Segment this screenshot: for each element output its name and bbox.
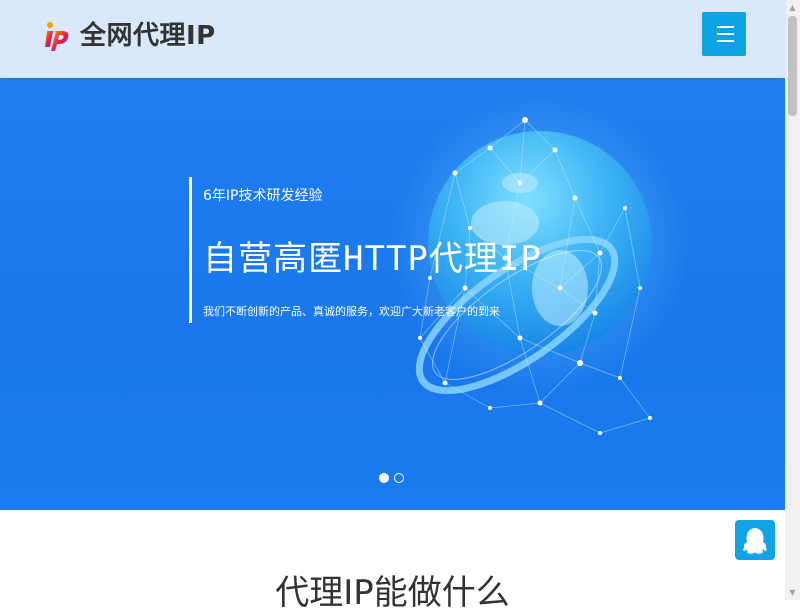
- site-header: 全网代理IP: [0, 0, 785, 78]
- hamburger-line: [717, 33, 734, 35]
- banner-text-block: 6年IP技术研发经验 自营高匿HTTP代理IP 我们不断创新的产品、真诚的服务，…: [189, 177, 541, 323]
- hamburger-menu-icon: [717, 26, 734, 28]
- scrollbar-thumb[interactable]: [788, 16, 797, 116]
- section-title: 代理IP能做什么: [275, 573, 510, 613]
- vertical-scrollbar[interactable]: ▲ ▼: [785, 0, 800, 600]
- qq-contact-button[interactable]: [735, 520, 775, 560]
- carousel-dot-1[interactable]: [379, 473, 389, 483]
- banner-description: 我们不断创新的产品、真诚的服务，欢迎广大新老客户的到来: [203, 305, 500, 318]
- scroll-up-arrow-icon[interactable]: ▲: [785, 0, 800, 15]
- qq-penguin-icon: [743, 528, 767, 554]
- globe-network-illustration: [390, 93, 690, 435]
- site-title[interactable]: 全网代理IP: [80, 15, 216, 52]
- carousel-dot-2[interactable]: [394, 473, 404, 483]
- menu-toggle-button[interactable]: [702, 12, 746, 56]
- banner-title: 自营高匿HTTP代理IP: [203, 239, 542, 279]
- ip-logo-icon[interactable]: [44, 19, 70, 51]
- scroll-down-arrow-icon[interactable]: ▼: [785, 585, 800, 600]
- hamburger-line: [717, 40, 734, 42]
- banner-subtitle: 6年IP技术研发经验: [203, 188, 323, 204]
- hero-banner[interactable]: 6年IP技术研发经验 自营高匿HTTP代理IP 我们不断创新的产品、真诚的服务，…: [0, 78, 785, 510]
